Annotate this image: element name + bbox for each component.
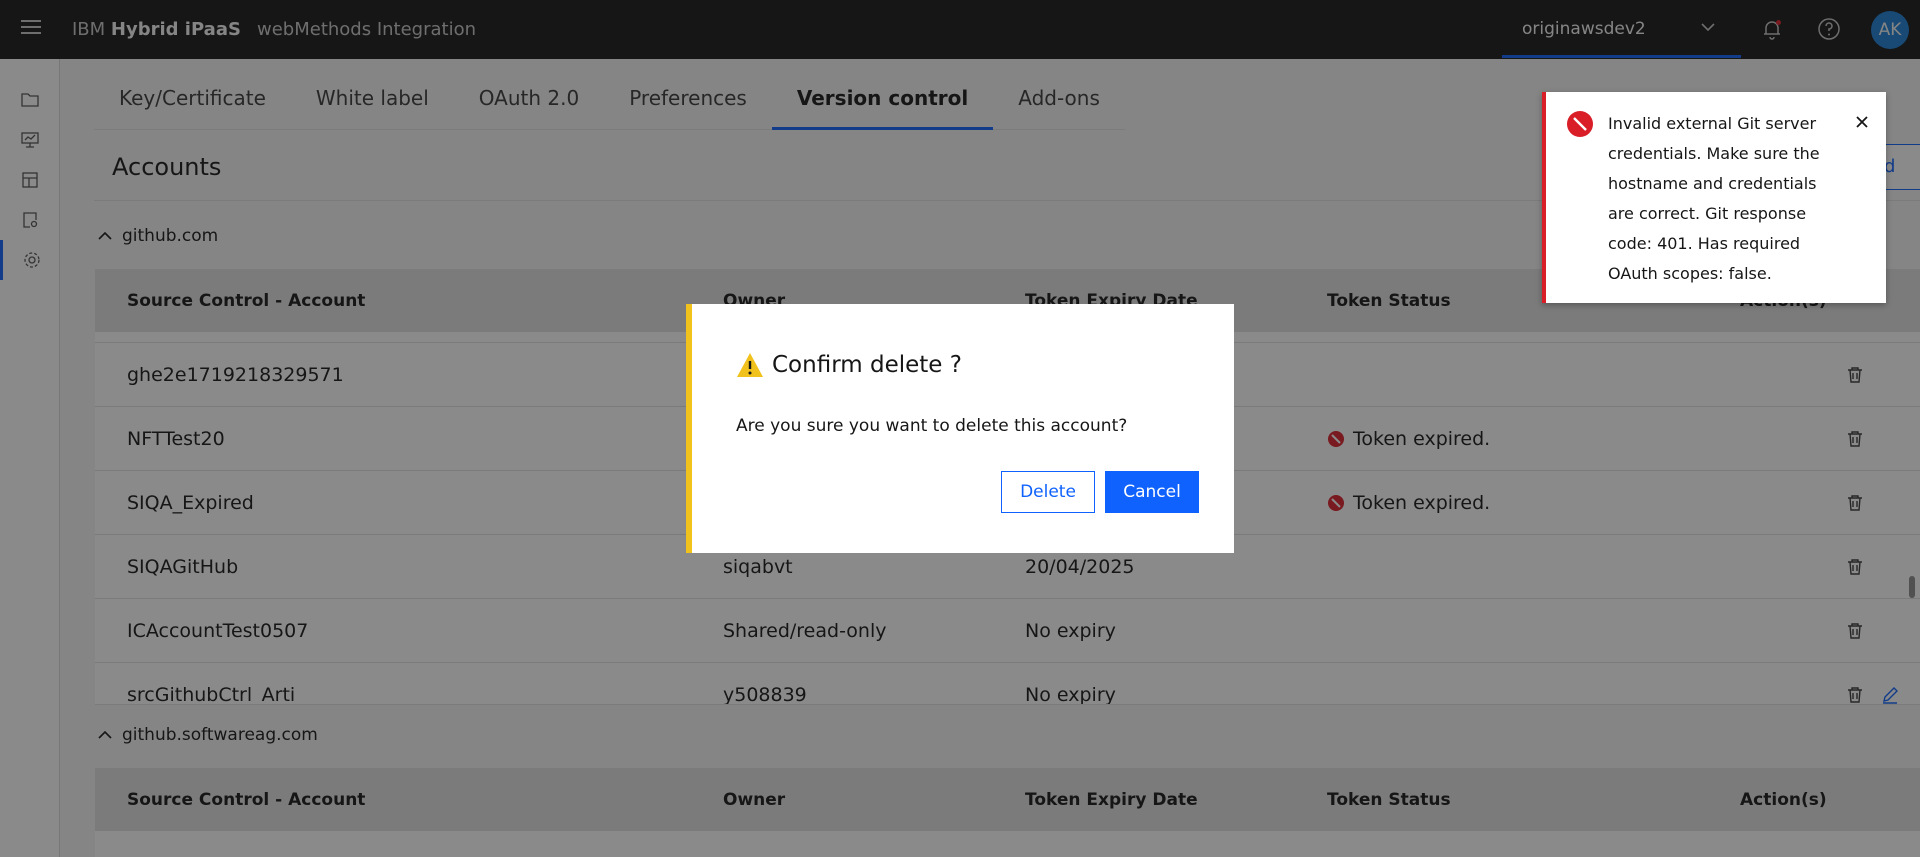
error-toast: Invalid external Git server credentials.… xyxy=(1542,92,1886,303)
toast-message: Invalid external Git server credentials.… xyxy=(1608,114,1820,283)
modal-body: Are you sure you want to delete this acc… xyxy=(736,416,1128,436)
error-icon xyxy=(1567,111,1593,137)
modal-title: Confirm delete ? xyxy=(736,352,962,378)
warning-icon xyxy=(737,353,763,377)
modal-title-text: Confirm delete ? xyxy=(772,352,962,378)
cancel-button[interactable]: Cancel xyxy=(1105,471,1199,513)
close-icon[interactable] xyxy=(1852,112,1872,132)
delete-button[interactable]: Delete xyxy=(1001,471,1095,513)
confirm-delete-modal: Confirm delete ? Are you sure you want t… xyxy=(686,304,1234,553)
